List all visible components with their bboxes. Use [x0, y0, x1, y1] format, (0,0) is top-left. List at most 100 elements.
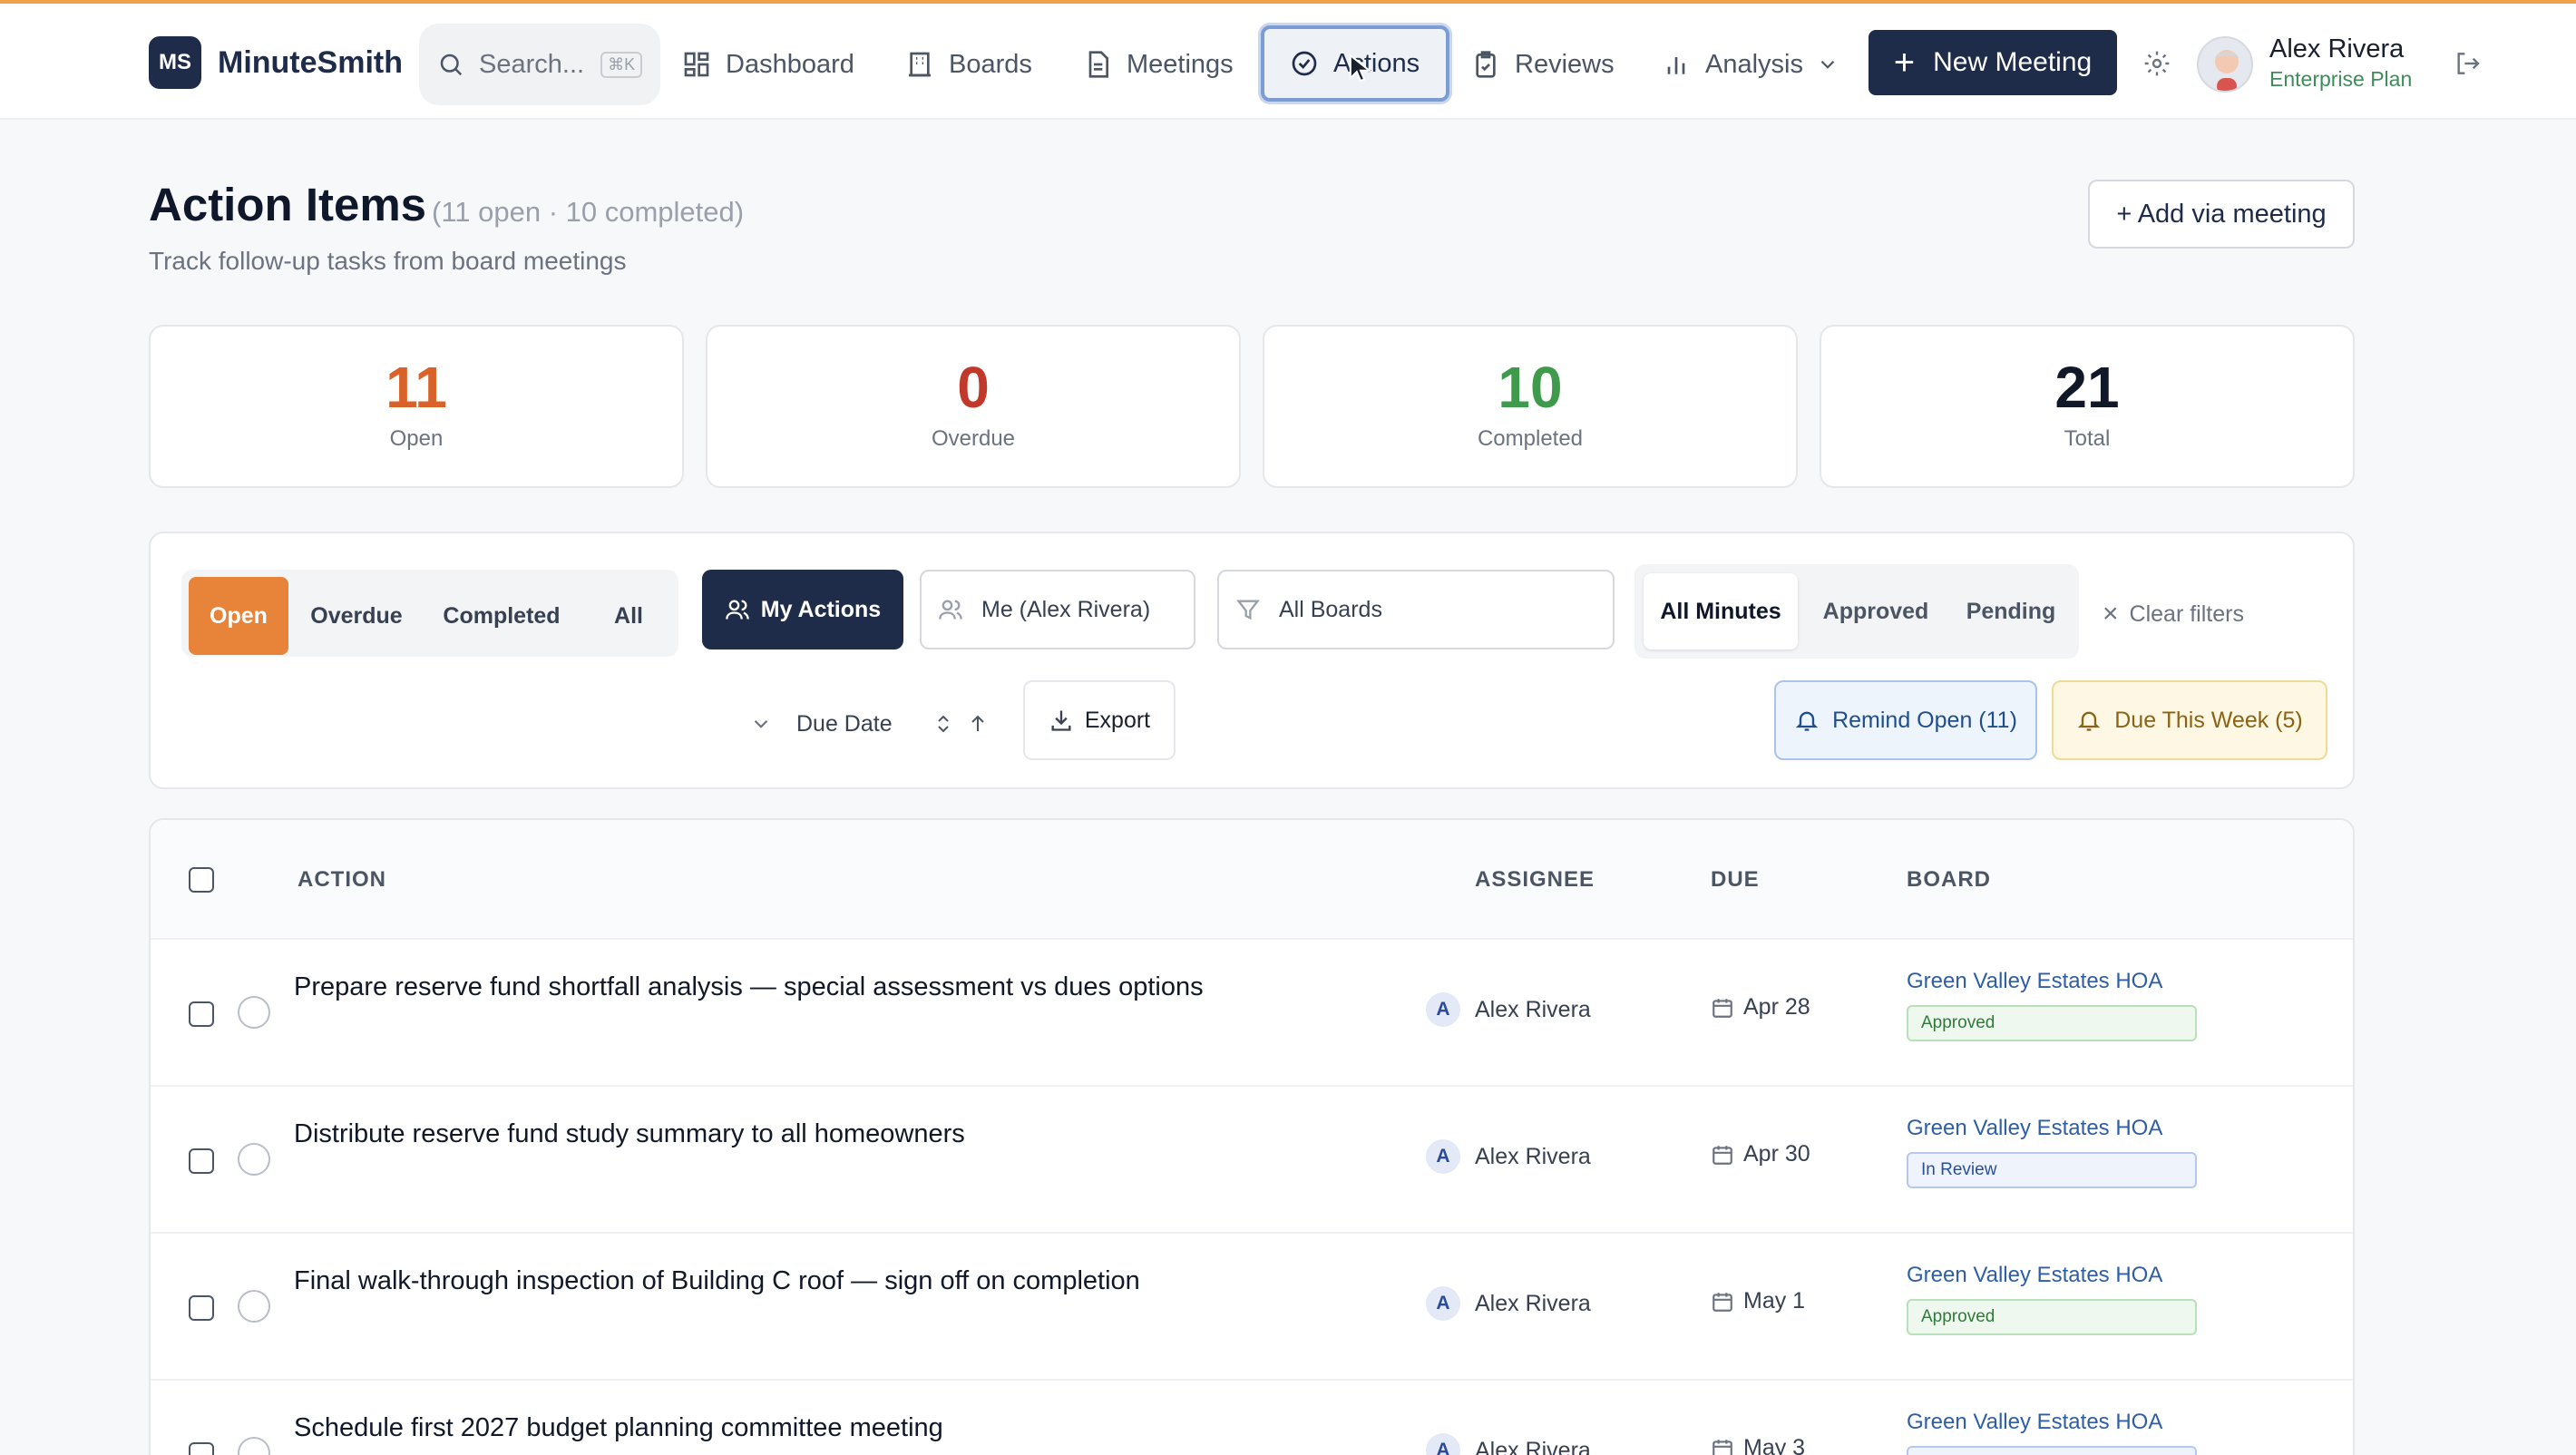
- add-via-meeting-button[interactable]: + Add via meeting: [2088, 180, 2355, 249]
- action-title[interactable]: Prepare reserve fund shortfall analysis …: [294, 972, 1204, 1002]
- gear-icon[interactable]: [2142, 49, 2171, 78]
- logout-icon[interactable]: [2453, 49, 2482, 78]
- new-meeting-label: New Meeting: [1933, 47, 2093, 77]
- row-checkbox[interactable]: [189, 1442, 214, 1455]
- assignee-name: Alex Rivera: [1475, 1437, 1591, 1455]
- complete-toggle[interactable]: [238, 1290, 270, 1323]
- calendar-icon: [1712, 1439, 1732, 1455]
- tab-overdue[interactable]: Overdue: [298, 577, 415, 655]
- board-link[interactable]: Green Valley Estates HOA: [1907, 969, 2162, 994]
- table-header: ACTION ASSIGNEE DUE BOARD: [151, 820, 2353, 940]
- table-row[interactable]: Prepare reserve fund shortfall analysis …: [151, 940, 2353, 1087]
- action-title[interactable]: Final walk-through inspection of Buildin…: [294, 1266, 1140, 1296]
- filter-icon: [1236, 600, 1260, 620]
- board-link[interactable]: Green Valley Estates HOA: [1907, 1116, 2162, 1141]
- export-button[interactable]: Export: [1023, 680, 1176, 760]
- export-label: Export: [1084, 707, 1151, 733]
- assignee-name: Alex Rivera: [1475, 996, 1591, 1022]
- logo[interactable]: MS MinuteSmith: [149, 36, 403, 89]
- stat-overdue-value: 0: [957, 355, 990, 420]
- plus-icon: +: [1893, 42, 1916, 83]
- sort-toggle-icon[interactable]: [932, 713, 954, 735]
- tab-pending[interactable]: Pending: [1952, 573, 2070, 649]
- clear-filters-button[interactable]: × Clear filters: [2103, 599, 2244, 630]
- nav-reviews[interactable]: Reviews: [1471, 24, 1615, 105]
- clear-filters-label: Clear filters: [2129, 601, 2244, 627]
- bell-icon: [1795, 711, 1819, 731]
- nav-meetings[interactable]: Meetings: [1083, 24, 1234, 105]
- chevron-down-icon: [1820, 60, 1835, 69]
- remind-open-button[interactable]: Remind Open (11): [1774, 680, 2037, 760]
- avatar[interactable]: [2197, 36, 2253, 93]
- stat-open-value: 11: [385, 355, 447, 420]
- my-actions-button[interactable]: My Actions: [702, 570, 903, 649]
- bell-icon: [2078, 711, 2101, 731]
- search-input[interactable]: Search... ⌘K: [419, 24, 660, 105]
- nav-boards[interactable]: Boards: [905, 24, 1032, 105]
- complete-toggle[interactable]: [238, 1143, 270, 1176]
- tab-all-minutes[interactable]: All Minutes: [1644, 573, 1798, 649]
- assignee-select-value: Me (Alex Rivera): [981, 596, 1151, 622]
- nav-analysis[interactable]: Analysis: [1662, 24, 1839, 105]
- complete-toggle[interactable]: [238, 1437, 270, 1455]
- nav-analysis-label: Analysis: [1705, 49, 1803, 79]
- board-link[interactable]: Green Valley Estates HOA: [1907, 1410, 2162, 1435]
- stat-completed-value: 10: [1498, 355, 1563, 420]
- dashboard-icon: [684, 52, 709, 77]
- calendar-icon: [1712, 998, 1732, 1018]
- building-icon: [909, 52, 931, 77]
- board-link[interactable]: Green Valley Estates HOA: [1907, 1263, 2162, 1288]
- download-icon: [1051, 710, 1071, 731]
- complete-toggle[interactable]: [238, 996, 270, 1029]
- bar-chart-icon: [1667, 57, 1685, 74]
- page-title: Action Items: [149, 179, 427, 230]
- row-checkbox[interactable]: [189, 1148, 214, 1174]
- tab-all[interactable]: All: [588, 577, 669, 655]
- due-this-week-label: Due This Week (5): [2114, 707, 2303, 733]
- sort-control[interactable]: Due Date: [749, 688, 989, 760]
- nav-dashboard-label: Dashboard: [726, 49, 854, 79]
- select-all-checkbox[interactable]: [189, 867, 214, 893]
- nav-dashboard[interactable]: Dashboard: [682, 24, 854, 105]
- due-date: Apr 28: [1711, 994, 1810, 1020]
- boards-select-value: All Boards: [1279, 596, 1382, 622]
- stat-open-card: 11 Open: [149, 325, 684, 488]
- assignee-select[interactable]: Me (Alex Rivera): [920, 570, 1195, 649]
- minutes-filter-tabs: All Minutes Approved Pending: [1634, 564, 2079, 659]
- users-icon: [939, 600, 962, 620]
- boards-select[interactable]: All Boards: [1217, 570, 1615, 649]
- table-row[interactable]: Final walk-through inspection of Buildin…: [151, 1234, 2353, 1381]
- table-row[interactable]: Distribute reserve fund study summary to…: [151, 1087, 2353, 1234]
- app-name: MinuteSmith: [218, 44, 403, 80]
- row-checkbox[interactable]: [189, 1001, 214, 1027]
- due-this-week-button[interactable]: Due This Week (5): [2052, 680, 2327, 760]
- column-header-assignee[interactable]: ASSIGNEE: [1475, 867, 1595, 893]
- due-date: May 1: [1711, 1288, 1805, 1314]
- assignee-avatar: A: [1426, 1139, 1460, 1174]
- check-circle-icon: [1292, 51, 1317, 76]
- stat-completed-label: Completed: [1477, 426, 1584, 451]
- arrow-up-icon[interactable]: [967, 713, 989, 735]
- assignee: A Alex Rivera: [1426, 1433, 1591, 1455]
- action-title[interactable]: Schedule first 2027 budget planning comm…: [294, 1413, 943, 1443]
- tab-open[interactable]: Open: [189, 577, 288, 655]
- column-header-board[interactable]: BOARD: [1907, 867, 1991, 893]
- table-row[interactable]: Schedule first 2027 budget planning comm…: [151, 1381, 2353, 1455]
- column-header-action[interactable]: ACTION: [298, 867, 386, 893]
- close-icon: ×: [2103, 599, 2119, 629]
- assignee: A Alex Rivera: [1426, 992, 1591, 1027]
- user-plan: Enterprise Plan: [2269, 67, 2413, 91]
- column-header-due[interactable]: DUE: [1711, 867, 1760, 893]
- tab-completed[interactable]: Completed: [424, 577, 579, 655]
- status-filter-tabs: Open Overdue Completed All: [181, 570, 678, 657]
- nav-meetings-label: Meetings: [1127, 49, 1234, 79]
- calendar-icon: [1712, 1292, 1732, 1312]
- stat-total-card: 21 Total: [1820, 325, 2355, 488]
- new-meeting-button[interactable]: + New Meeting: [1869, 30, 2117, 95]
- due-date-value: Apr 30: [1743, 1141, 1810, 1167]
- tab-approved[interactable]: Approved: [1803, 573, 1948, 649]
- row-checkbox[interactable]: [189, 1295, 214, 1321]
- action-title[interactable]: Distribute reserve fund study summary to…: [294, 1119, 965, 1149]
- due-date-value: May 3: [1743, 1435, 1806, 1455]
- stat-overdue-label: Overdue: [931, 426, 1016, 451]
